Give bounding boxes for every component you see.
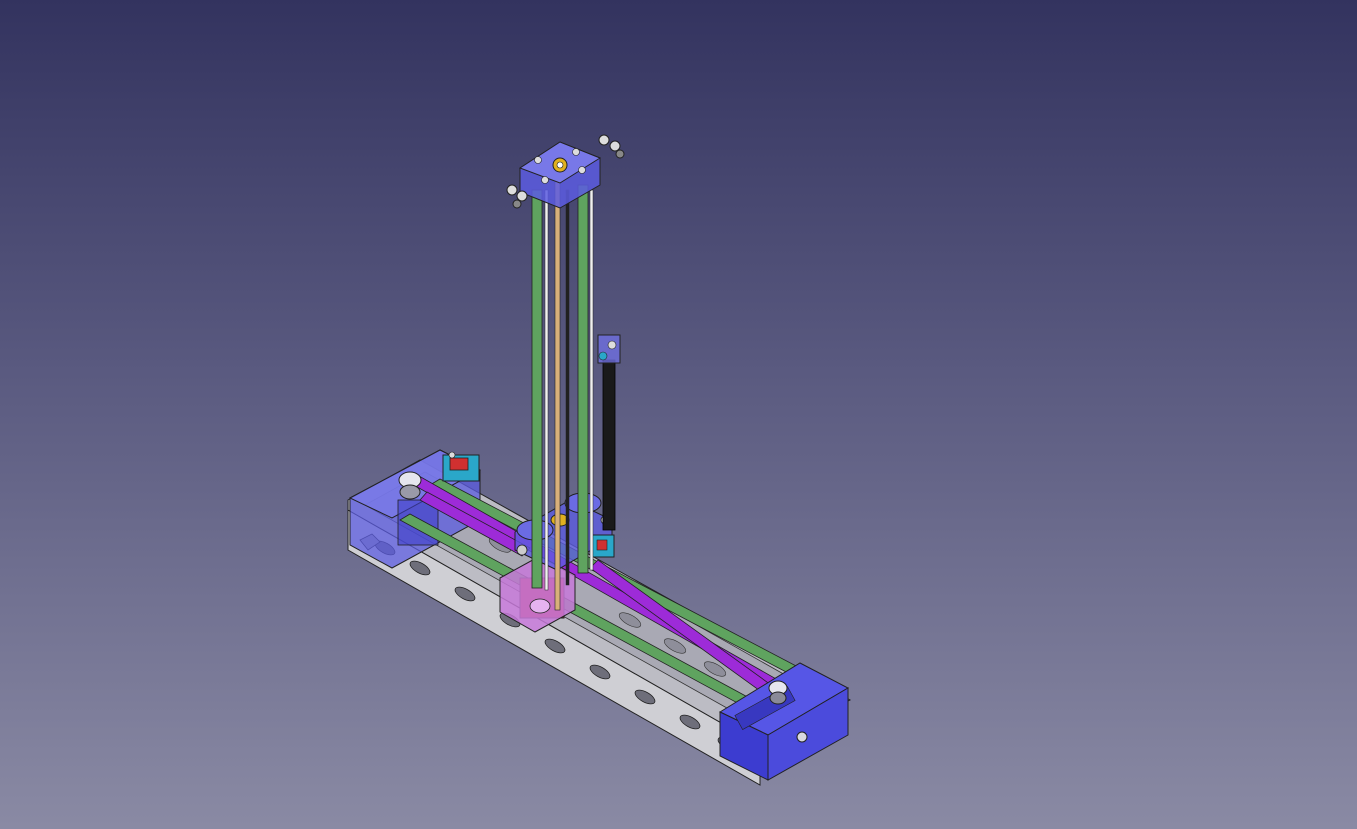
- left-endstop: [442, 451, 480, 482]
- cad-model[interactable]: [0, 0, 1357, 829]
- left-pulley: [398, 471, 422, 500]
- lead-screw: [554, 179, 561, 611]
- right-clamp: [598, 134, 625, 159]
- 3d-viewport[interactable]: [0, 0, 1357, 829]
- carriage-endstop: [591, 534, 615, 558]
- cable-guide: [597, 334, 621, 531]
- screw-icon: [796, 731, 808, 743]
- top-plate: [506, 134, 625, 209]
